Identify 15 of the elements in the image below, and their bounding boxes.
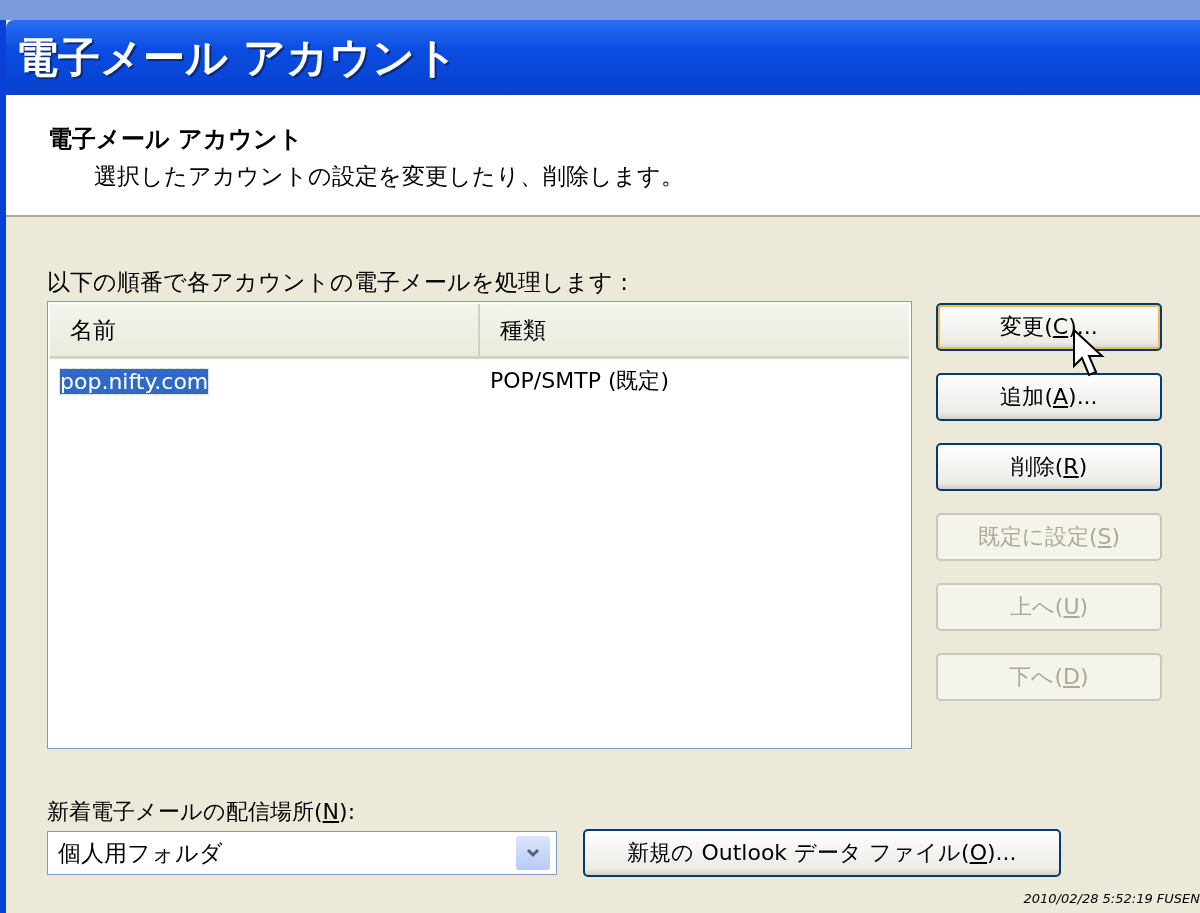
column-header[interactable]: 名前 <box>50 304 480 356</box>
account-list[interactable]: 名前 種類 pop.nifty.com POP/SMTP (既定) <box>47 301 912 749</box>
header-subtitle: 選択したアカウントの設定を変更したり、削除します。 <box>94 162 685 191</box>
header-title: 電子メール アカウント <box>48 124 305 155</box>
account-type: POP/SMTP (既定) <box>490 368 670 393</box>
list-label: 以下の順番で各アカウントの電子メールを処理します : <box>47 268 630 297</box>
action-button[interactable]: 削除(R) <box>936 443 1162 491</box>
delivery-dropdown[interactable]: 個人用フォルダ <box>47 831 557 875</box>
account-name[interactable]: pop.nifty.com <box>60 368 209 394</box>
capture-timestamp: 2010/02/28 5:52:19 FUSEN <box>1023 891 1200 906</box>
column-header[interactable]: 種類 <box>480 304 546 356</box>
new-data-file-button[interactable]: 新規の Outlook データ ファイル(O)... <box>583 829 1061 877</box>
delivery-label: 新着電子メールの配信場所(N): <box>47 798 357 826</box>
window-title: 電子メール アカウント <box>16 31 458 84</box>
action-button[interactable]: 追加(A)... <box>936 373 1162 421</box>
